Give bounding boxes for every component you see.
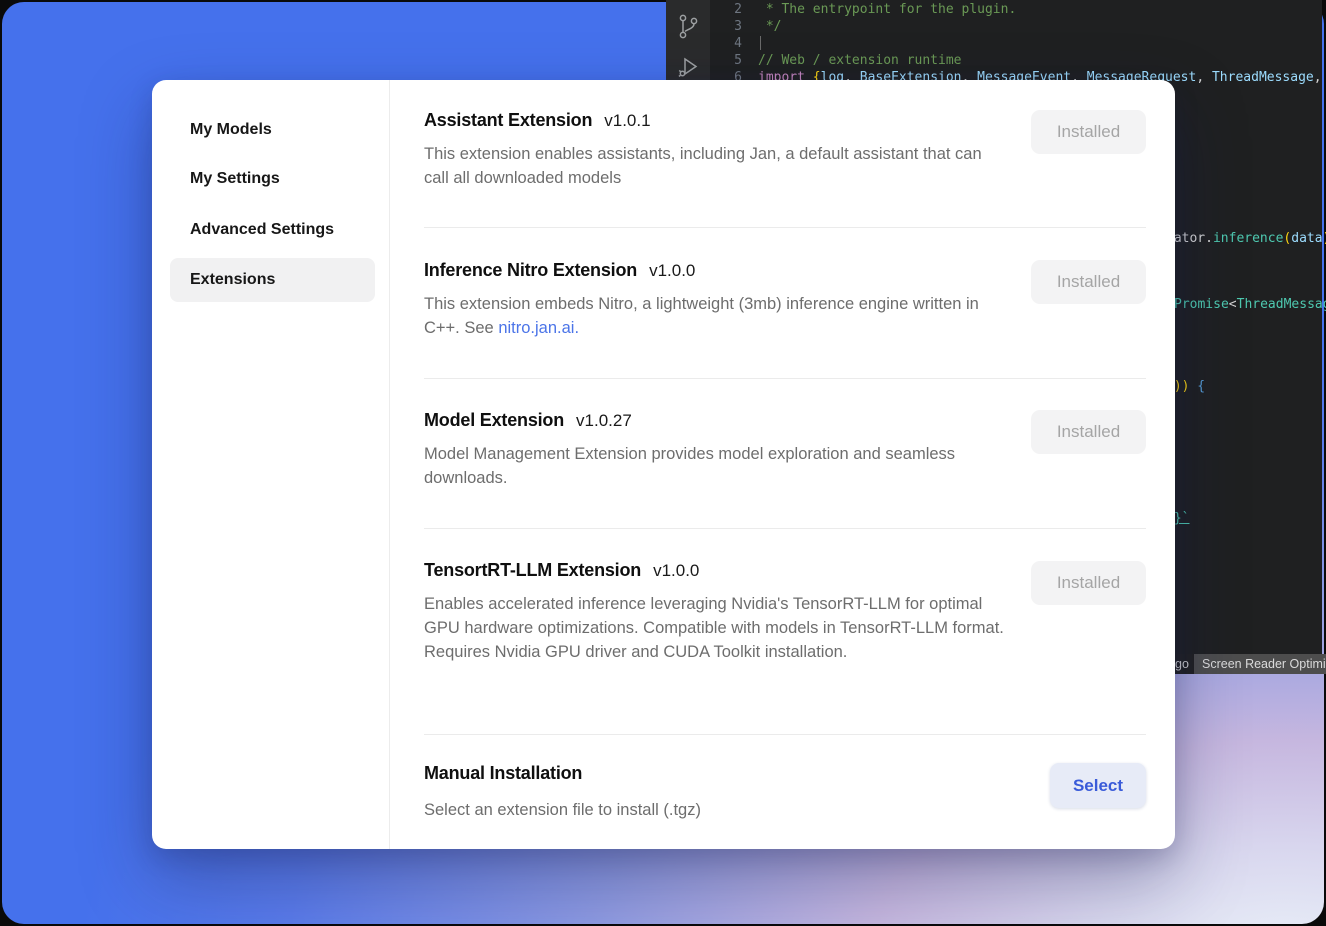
run-and-debug-icon[interactable]: [675, 52, 701, 82]
installed-button[interactable]: Installed: [1031, 110, 1146, 154]
settings-modal: My Models My Settings Advanced Settings …: [152, 80, 1175, 849]
extension-version: v1.0.27: [576, 411, 632, 431]
installed-button[interactable]: Installed: [1031, 410, 1146, 454]
extension-description: This extension enables assistants, inclu…: [424, 142, 1006, 190]
line-number: 2: [710, 1, 742, 18]
extension-version: v1.0.1: [604, 111, 650, 131]
installed-button[interactable]: Installed: [1031, 561, 1146, 605]
divider: [424, 378, 1146, 379]
manual-installation-description: Select an extension file to install (.tg…: [424, 798, 1006, 822]
sidebar-item-my-settings[interactable]: My Settings: [170, 157, 375, 201]
extension-name: Inference Nitro Extension: [424, 260, 637, 281]
extension-name: TensortRT-LLM Extension: [424, 560, 641, 581]
sidebar-item-advanced-settings[interactable]: Advanced Settings: [170, 208, 375, 252]
divider: [424, 734, 1146, 735]
extension-name: Model Extension: [424, 410, 564, 431]
select-file-button[interactable]: Select: [1050, 763, 1146, 808]
code-line-2: * The entrypoint for the plugin.: [758, 1, 1016, 18]
screen-reader-optimized-status-item[interactable]: Screen Reader Optimize: [1194, 654, 1326, 674]
extension-description: Model Management Extension provides mode…: [424, 442, 1006, 490]
extension-description: This extension embeds Nitro, a lightweig…: [424, 292, 1006, 340]
code-line-3: */: [758, 18, 781, 35]
manual-installation-title: Manual Installation: [424, 763, 582, 784]
line-number: 4: [710, 35, 742, 52]
manual-installation-section: Manual Installation Select an extension …: [424, 763, 1146, 822]
code-line-5: // Web / extension runtime: [758, 52, 962, 69]
divider: [424, 227, 1146, 228]
extension-version: v1.0.0: [653, 561, 699, 581]
sidebar-item-extensions[interactable]: Extensions: [170, 258, 375, 302]
extension-description: Enables accelerated inference leveraging…: [424, 592, 1016, 664]
installed-button[interactable]: Installed: [1031, 260, 1146, 304]
extension-name: Assistant Extension: [424, 110, 592, 131]
code-fragment-promise: Promise<ThreadMessage>: [1174, 296, 1326, 313]
source-control-icon[interactable]: [675, 12, 701, 42]
status-bar-left-text: go: [1175, 656, 1189, 673]
cursor-caret: [760, 36, 761, 50]
screenshot-root: 2 3 4 5 6 * The entrypoint for the plugi…: [0, 0, 1326, 926]
line-number: 5: [710, 52, 742, 69]
settings-sidebar: My Models My Settings Advanced Settings …: [152, 80, 390, 849]
extensions-list: Assistant Extension v1.0.1 This extensio…: [424, 80, 1146, 849]
code-fragment-inference: rator.inference(data));: [1166, 230, 1326, 247]
manual-installation-header: Manual Installation: [424, 763, 1146, 784]
nitro-jan-ai-link[interactable]: nitro.jan.ai.: [498, 319, 579, 337]
divider: [424, 528, 1146, 529]
sidebar-item-my-models[interactable]: My Models: [170, 108, 375, 152]
extension-version: v1.0.0: [649, 261, 695, 281]
line-number: 3: [710, 18, 742, 35]
